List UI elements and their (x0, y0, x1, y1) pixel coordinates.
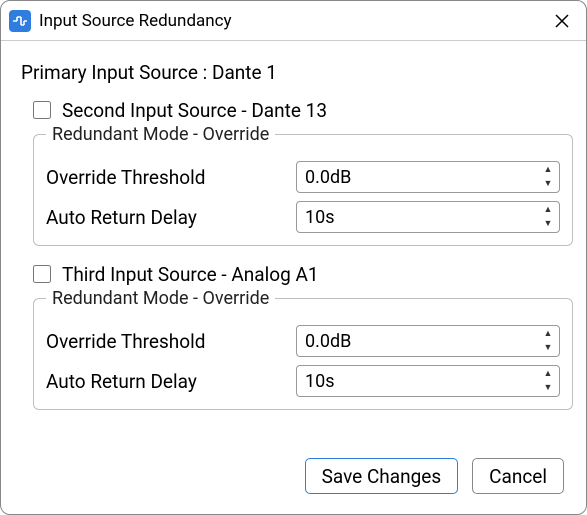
third-override-spin-btns: ▲ ▼ (538, 327, 558, 355)
spin-down-icon[interactable]: ▼ (538, 217, 558, 231)
third-delay-row: Auto Return Delay ▲ ▼ (46, 365, 560, 397)
third-delay-spinner: ▲ ▼ (296, 365, 560, 397)
second-delay-label: Auto Return Delay (46, 206, 296, 229)
third-group-title: Redundant Mode - Override (46, 288, 275, 309)
primary-prefix: Primary Input Source : (21, 61, 212, 84)
save-button[interactable]: Save Changes (305, 458, 459, 494)
second-override-row: Override Threshold ▲ ▼ (46, 161, 560, 193)
primary-input-label: Primary Input Source : Dante 1 (21, 61, 568, 84)
third-delay-input[interactable] (296, 365, 560, 397)
second-source-label: Second Input Source - Dante 13 (62, 99, 327, 122)
third-source-label: Third Input Source - Analog A1 (62, 263, 319, 286)
dialog-window: Input Source Redundancy Primary Input So… (0, 0, 587, 515)
spin-up-icon[interactable]: ▲ (538, 163, 558, 177)
cancel-button[interactable]: Cancel (472, 458, 564, 494)
third-override-label: Override Threshold (46, 330, 296, 353)
third-override-spinner: ▲ ▼ (296, 325, 560, 357)
spin-down-icon[interactable]: ▼ (538, 177, 558, 191)
second-source-row[interactable]: Second Input Source - Dante 13 (29, 98, 568, 122)
button-row: Save Changes Cancel (19, 450, 568, 500)
second-override-spin-btns: ▲ ▼ (538, 163, 558, 191)
second-source-checkbox[interactable] (33, 101, 51, 119)
second-override-label: Override Threshold (46, 166, 296, 189)
third-delay-spin-btns: ▲ ▼ (538, 367, 558, 395)
second-delay-spin-btns: ▲ ▼ (538, 203, 558, 231)
second-group-title: Redundant Mode - Override (46, 124, 275, 145)
third-group: Redundant Mode - Override Override Thres… (33, 288, 573, 410)
second-override-spinner: ▲ ▼ (296, 161, 560, 193)
close-icon (554, 13, 570, 29)
dialog-content: Primary Input Source : Dante 1 Second In… (1, 41, 586, 514)
spin-up-icon[interactable]: ▲ (538, 327, 558, 341)
close-button[interactable] (548, 7, 576, 35)
window-title: Input Source Redundancy (39, 11, 548, 31)
spin-down-icon[interactable]: ▼ (538, 381, 558, 395)
second-delay-row: Auto Return Delay ▲ ▼ (46, 201, 560, 233)
third-source-row[interactable]: Third Input Source - Analog A1 (29, 262, 568, 286)
second-group: Redundant Mode - Override Override Thres… (33, 124, 573, 246)
spin-down-icon[interactable]: ▼ (538, 341, 558, 355)
third-override-row: Override Threshold ▲ ▼ (46, 325, 560, 357)
third-delay-label: Auto Return Delay (46, 370, 296, 393)
third-source-checkbox[interactable] (33, 265, 51, 283)
spin-up-icon[interactable]: ▲ (538, 203, 558, 217)
app-icon (9, 10, 31, 32)
second-override-input[interactable] (296, 161, 560, 193)
primary-value: Dante 1 (212, 61, 277, 84)
second-delay-input[interactable] (296, 201, 560, 233)
spin-up-icon[interactable]: ▲ (538, 367, 558, 381)
second-delay-spinner: ▲ ▼ (296, 201, 560, 233)
third-override-input[interactable] (296, 325, 560, 357)
titlebar: Input Source Redundancy (1, 1, 586, 41)
